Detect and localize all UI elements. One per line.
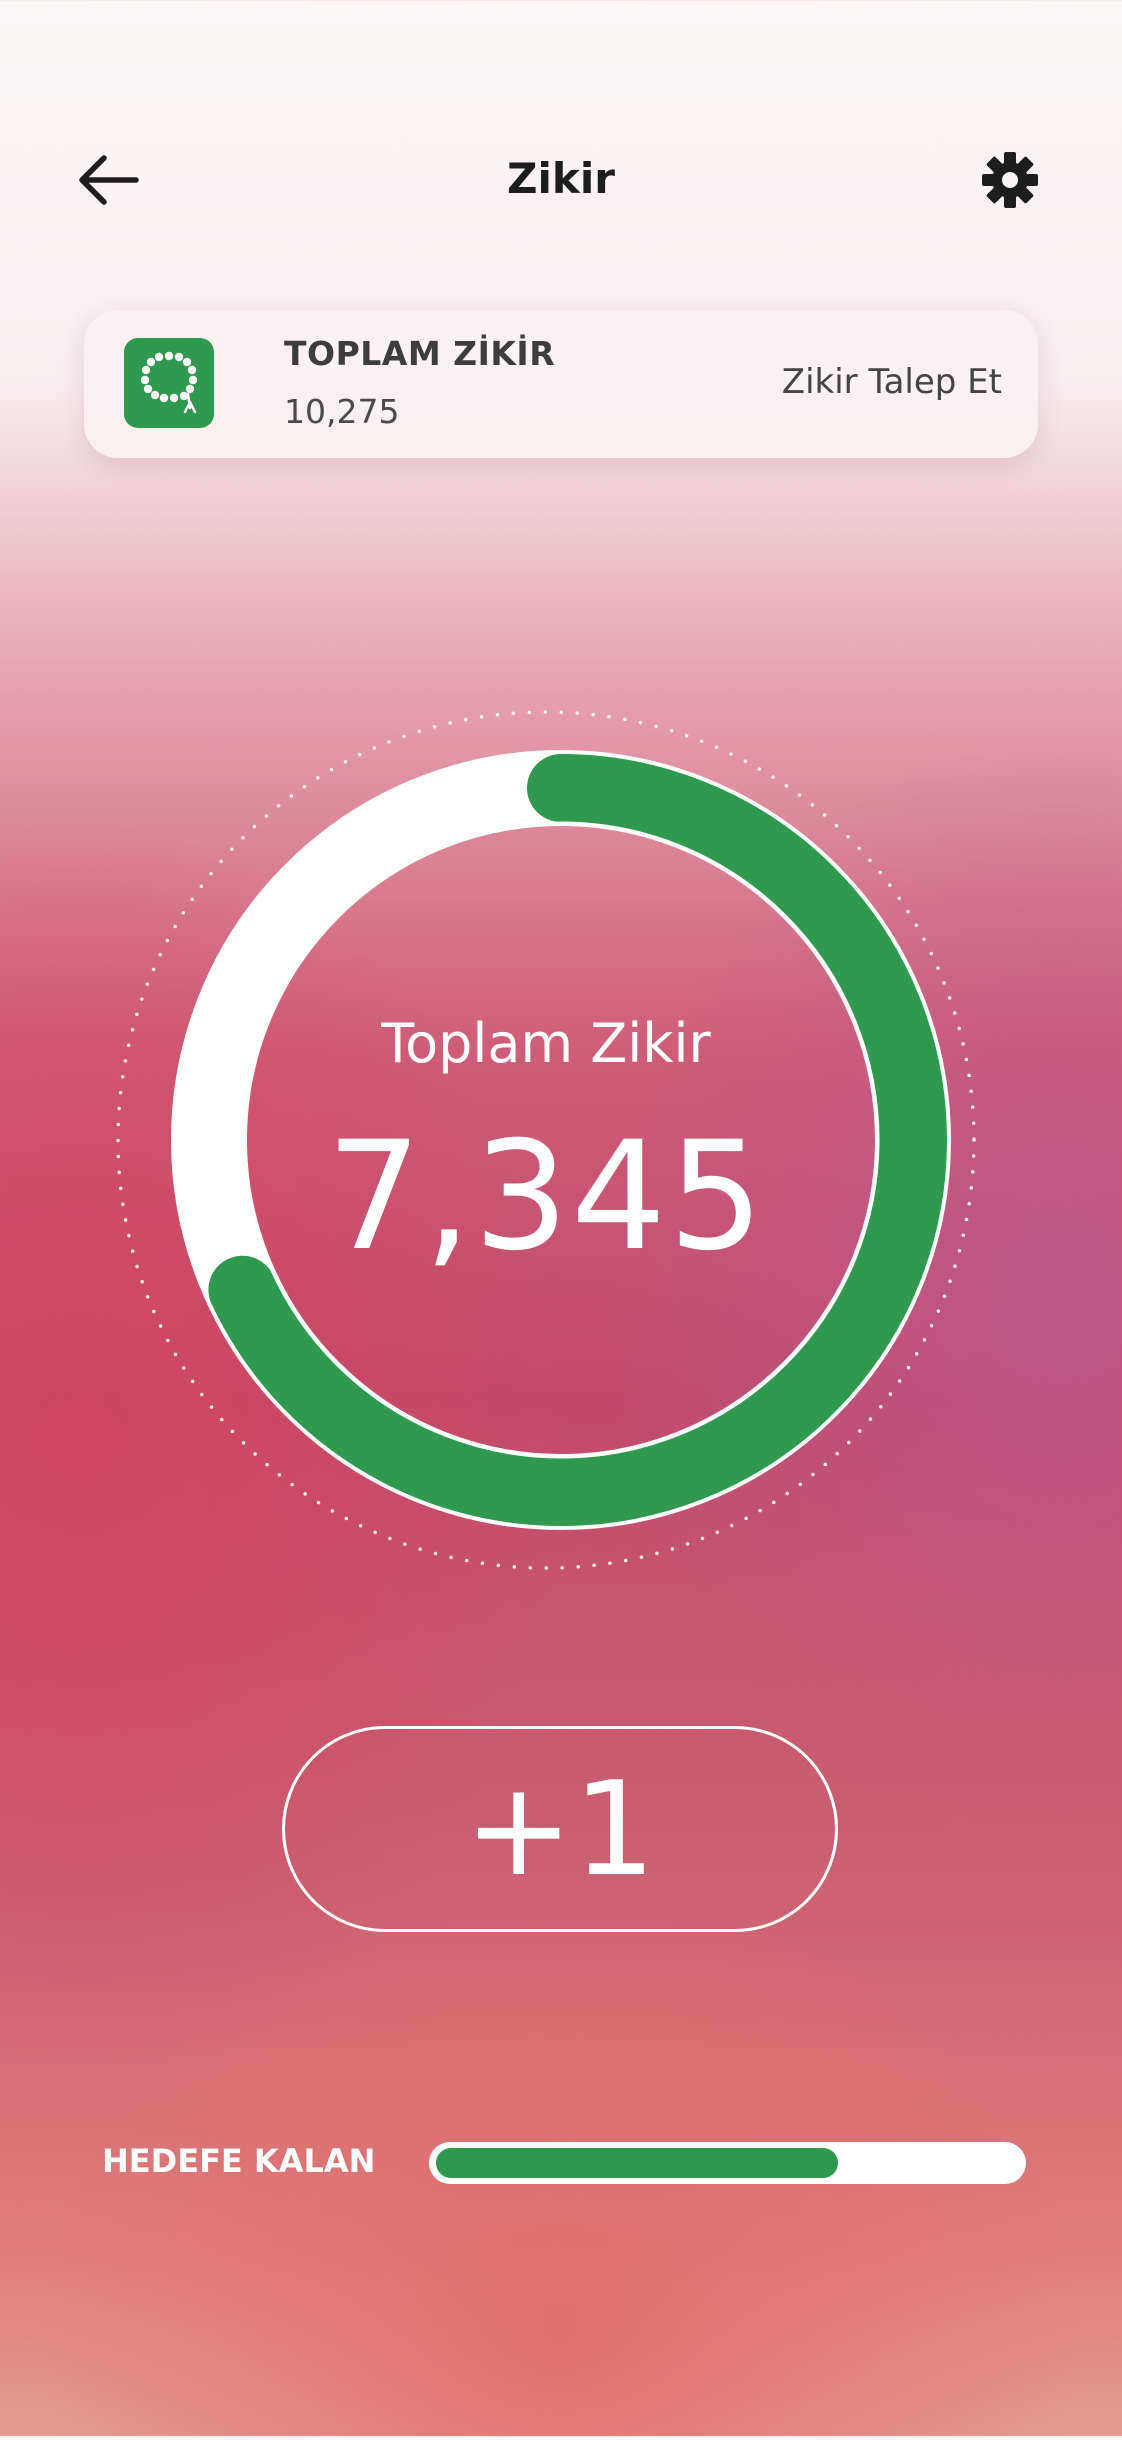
total-zikir-card: TOPLAM ZİKİR 10,275 Zikir Talep Et: [84, 310, 1038, 458]
increment-button[interactable]: +1: [282, 1726, 838, 1932]
settings-button[interactable]: [978, 148, 1042, 212]
card-total-value: 10,275: [284, 392, 400, 431]
gear-icon: [982, 152, 1038, 208]
prayer-beads-icon: [140, 351, 198, 414]
card-icon-tile: [124, 338, 214, 428]
request-zikir-link[interactable]: Zikir Talep Et: [782, 362, 1002, 402]
card-title: TOPLAM ZİKİR: [284, 334, 556, 373]
increment-label: +1: [464, 1753, 656, 1905]
page-title: Zikir: [507, 154, 615, 203]
goal-label: HEDEFE KALAN: [102, 2142, 376, 2180]
counter-value: 7,345: [326, 1110, 766, 1284]
app-header: Zikir: [0, 130, 1122, 230]
counter-label: Toplam Zikir: [381, 1012, 711, 1075]
goal-progress-bar: [429, 2142, 1026, 2184]
goal-progress-fill: [436, 2148, 838, 2178]
